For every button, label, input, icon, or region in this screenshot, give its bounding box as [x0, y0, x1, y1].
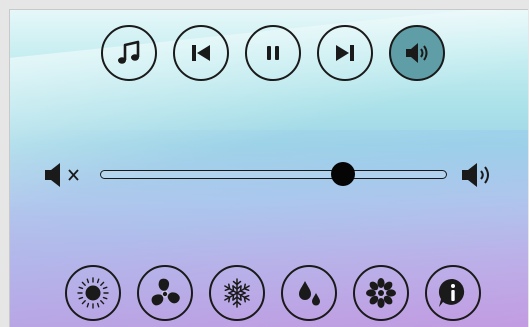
next-track-icon — [336, 45, 354, 61]
mute-button[interactable] — [44, 162, 90, 192]
flower-button[interactable] — [353, 265, 409, 321]
music-icon — [118, 40, 140, 64]
droplets-icon — [299, 281, 320, 306]
sun-button[interactable] — [65, 265, 121, 321]
music-button[interactable] — [101, 25, 157, 81]
info-icon — [438, 278, 465, 307]
previous-track-icon — [192, 45, 210, 61]
volume-button[interactable] — [389, 25, 445, 81]
volume-slider-thumb[interactable] — [330, 162, 355, 186]
fan-button[interactable] — [137, 265, 193, 321]
mute-icon — [45, 163, 79, 187]
volume-up-icon — [462, 163, 489, 187]
flower-icon — [366, 278, 396, 308]
info-button[interactable] — [425, 265, 481, 321]
volume-slider-track[interactable] — [100, 170, 447, 179]
next-track-button[interactable] — [317, 25, 373, 81]
snowflake-button[interactable] — [209, 265, 265, 321]
droplets-button[interactable] — [281, 265, 337, 321]
volume-icon — [406, 43, 428, 63]
sun-icon — [77, 277, 109, 309]
pause-icon — [267, 46, 279, 60]
pause-button[interactable] — [245, 25, 301, 81]
fan-icon — [151, 278, 180, 306]
snowflake-icon — [224, 278, 250, 308]
previous-track-button[interactable] — [173, 25, 229, 81]
volume-up-button[interactable] — [461, 162, 501, 192]
